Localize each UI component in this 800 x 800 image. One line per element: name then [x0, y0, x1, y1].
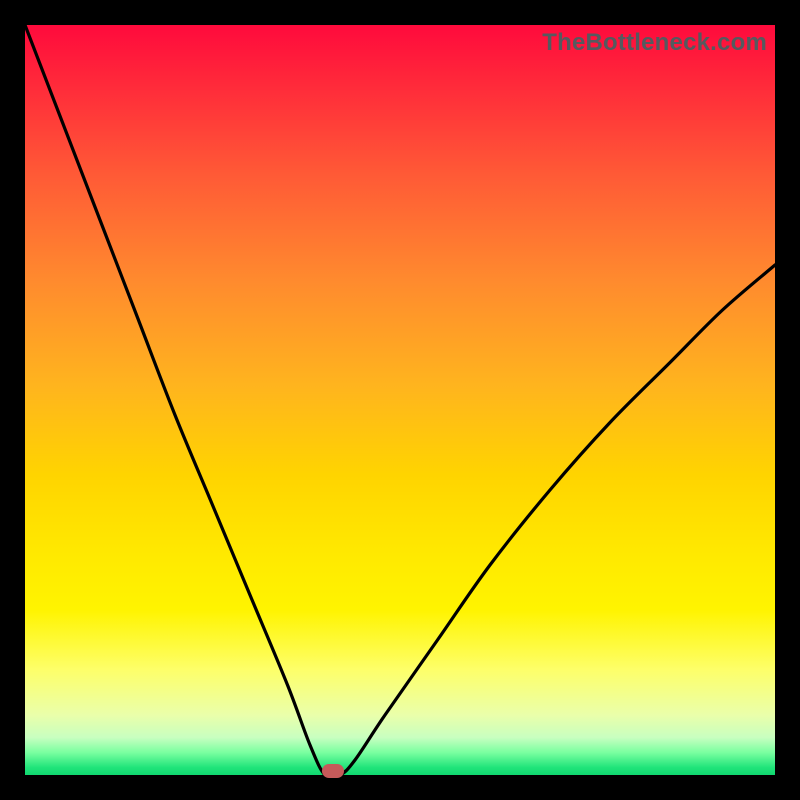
watermark-label: TheBottleneck.com	[542, 29, 767, 57]
bottleneck-curve-path	[25, 25, 775, 775]
plot-area: TheBottleneck.com	[25, 25, 775, 775]
chart-frame: TheBottleneck.com	[0, 0, 800, 800]
minimum-marker	[322, 764, 344, 778]
curve-svg	[25, 25, 775, 775]
